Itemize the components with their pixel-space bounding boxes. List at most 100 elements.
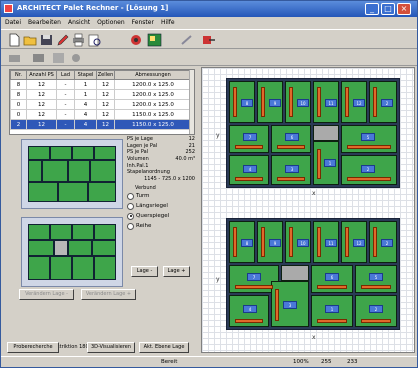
radio-tower[interactable]: Turm — [127, 192, 197, 202]
table-cell: 0 — [10, 109, 27, 120]
radio-crosswise[interactable]: Querspiegel — [127, 212, 197, 222]
modify-next-button[interactable]: Verändern Lage + — [81, 289, 136, 300]
application-window: ARCHITECT Palet Rechner - [Lösung 1] _ □… — [0, 0, 418, 368]
menu-view[interactable]: Ansicht — [64, 17, 93, 26]
table-cell: - — [56, 79, 75, 90]
table-cell: 12 — [96, 99, 115, 110]
radio-row[interactable]: Reihe — [127, 222, 197, 232]
col-header-lad[interactable]: Lad — [56, 70, 75, 80]
rotate-icon[interactable] — [69, 51, 84, 65]
box-label: 11 — [325, 99, 337, 107]
help-icon[interactable] — [179, 33, 194, 47]
box-label: 10 — [297, 99, 309, 107]
lage-next-button[interactable]: Lage + — [163, 266, 190, 277]
info-row: Lagen je Pal 21 — [127, 142, 195, 149]
box-label: 3 — [285, 165, 299, 173]
table-cell: 8 — [10, 89, 27, 100]
table-cell: 1 — [74, 79, 97, 90]
table-cell: 12 — [26, 89, 57, 100]
box — [72, 256, 94, 280]
col-header-count[interactable]: Anzahl PS — [26, 70, 57, 80]
orientation-stripe — [317, 285, 347, 289]
radio-lengthwise[interactable]: Längsriegel — [127, 202, 197, 212]
orientation-stripe — [289, 87, 293, 117]
open-folder-icon[interactable] — [23, 33, 38, 47]
3d-view-button[interactable]: 3D-Visualisieren — [87, 342, 135, 353]
exit-icon[interactable] — [201, 33, 216, 47]
menu-options[interactable]: Optionen — [93, 17, 128, 26]
modify-prev-button[interactable]: Verändern Lage - — [19, 289, 74, 300]
box-label: 5 — [361, 133, 375, 141]
close-button[interactable]: × — [397, 3, 411, 15]
radio-button[interactable] — [127, 222, 134, 230]
col-header-nr[interactable]: Nr. — [10, 70, 27, 80]
radio-button[interactable] — [127, 202, 134, 210]
box-label: 2 — [369, 305, 383, 313]
orientation-stripe — [277, 145, 305, 149]
print-preview-icon[interactable] — [87, 33, 102, 47]
maximize-button[interactable]: □ — [381, 3, 395, 15]
table-cell: 12 — [26, 79, 57, 90]
stack-icon[interactable] — [51, 51, 66, 65]
box-label: 10 — [297, 239, 309, 247]
table-cell: 12 — [96, 109, 115, 120]
box — [88, 182, 116, 202]
box-label: 6 — [325, 273, 339, 281]
orientation-stripe — [235, 285, 273, 289]
new-layer-button[interactable]: Akt. Ebene Lage — [139, 342, 189, 353]
radio-button-selected[interactable] — [127, 212, 134, 220]
save-icon[interactable] — [39, 33, 54, 47]
gap-cell — [281, 265, 309, 281]
axis-y-label: y — [216, 132, 220, 139]
orientation-stripe — [233, 227, 237, 257]
table-cell: 1 — [74, 89, 97, 100]
table-scrollbar[interactable] — [189, 70, 194, 134]
box-label: 12 — [353, 239, 365, 247]
box — [72, 224, 94, 240]
print-icon[interactable] — [71, 33, 86, 47]
radio-button[interactable] — [127, 192, 134, 200]
solutions-button[interactable]: Proberecherche — [7, 342, 59, 353]
pallet-icon[interactable] — [31, 51, 46, 65]
table-cell: - — [56, 119, 75, 130]
col-header-dimensions[interactable]: Abmessungen — [114, 70, 192, 80]
settings-icon[interactable] — [129, 33, 144, 47]
new-file-icon[interactable] — [7, 33, 22, 47]
table-cell: 12 — [96, 79, 115, 90]
orientation-stripe — [345, 227, 349, 257]
box — [68, 240, 92, 256]
lage-prev-button[interactable]: Lage - — [131, 266, 158, 277]
layer-preview-bottom[interactable] — [21, 217, 123, 287]
gap-cell — [313, 125, 339, 141]
col-header-stack[interactable]: Stapel — [74, 70, 97, 80]
table-row[interactable]: 0 12-4 12 1150.0 x 125.0 — [10, 109, 192, 120]
info-row: 1145 - 725.0 x 1200 — [144, 176, 195, 183]
table-row[interactable]: 8 12-1 12 1200.0 x 125.0 — [10, 79, 192, 90]
layer-info: PS je Lage 12 Lagen je Pal 21 PS je Pal 252… — [127, 136, 197, 236]
menu-window[interactable]: Fenster — [128, 17, 157, 26]
box — [94, 146, 116, 160]
orientation-stripe — [233, 87, 237, 117]
box-label: 8 — [241, 239, 253, 247]
col-header-cells[interactable]: Zellen — [96, 70, 115, 80]
layer-preview-top[interactable] — [21, 139, 123, 209]
table-row-selected[interactable]: 2 12-4 12 1150.0 x 125.0 — [10, 119, 192, 130]
axis-x-label: x — [312, 190, 316, 197]
calculate-icon[interactable] — [147, 33, 162, 47]
menu-file[interactable]: Datei — [1, 17, 24, 26]
menu-edit[interactable]: Bearbeiten — [24, 17, 64, 26]
menu-help[interactable]: Hilfe — [157, 17, 178, 26]
edit-icon[interactable] — [55, 33, 70, 47]
orientation-stripe — [345, 87, 349, 117]
orientation-stripe — [317, 149, 321, 179]
pallet-layer-2[interactable]: 8 9 10 11 12 2 7 6 5 4 3 1 2 — [226, 218, 400, 330]
table-row[interactable]: 8 12-1 12 1200.0 x 125.0 — [10, 89, 192, 100]
minimize-button[interactable]: _ — [365, 3, 379, 15]
pallet-layer-1[interactable]: 8 9 10 11 12 2 7 6 5 4 3 1 2 — [226, 78, 400, 188]
pallet-canvas[interactable]: 8 9 10 11 12 2 7 6 5 4 3 1 2 y x 8 9 10 … — [201, 67, 415, 353]
box-label: 12 — [353, 99, 365, 107]
table-row[interactable]: 0 12-4 12 1200.0 x 125.0 — [10, 99, 192, 110]
status-text: Bereit — [161, 359, 178, 365]
table-cell: 12 — [26, 99, 57, 110]
layer-icon[interactable] — [7, 51, 22, 65]
